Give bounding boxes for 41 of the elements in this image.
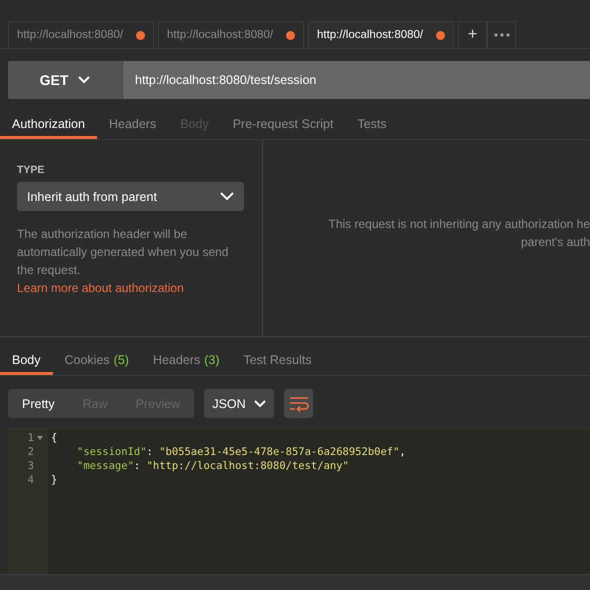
chevron-down-icon bbox=[78, 76, 90, 84]
code-line: "sessionId": "b055ae31-45e5-478e-857a-6a268952b0ef", bbox=[76, 445, 407, 459]
fold-icon[interactable] bbox=[37, 436, 43, 440]
response-tab[interactable]: Cookies (5) bbox=[52, 347, 141, 375]
section-tab[interactable]: Headers bbox=[96, 111, 168, 139]
url-field[interactable]: http://localhost:8080/test/session bbox=[122, 61, 590, 99]
learn-more-link[interactable]: Learn more about authorization bbox=[17, 281, 184, 295]
new-tab-button[interactable]: + bbox=[458, 21, 487, 48]
type-label: TYPE bbox=[17, 164, 46, 176]
response-tab[interactable]: Test Results bbox=[231, 347, 324, 375]
more-button[interactable] bbox=[487, 21, 516, 48]
wrap-lines-button[interactable] bbox=[284, 389, 313, 418]
line-number: 3 bbox=[28, 460, 34, 472]
code-line: "message": "http://localhost:8080/test/any" bbox=[76, 459, 350, 473]
wrap-icon bbox=[288, 396, 308, 412]
help-text: The authorization header will be automatically generated when you send the request. Learn more about authorization bbox=[17, 226, 230, 297]
request-tab[interactable]: http://localhost:8080/ bbox=[308, 21, 454, 48]
unsaved-dot-icon bbox=[286, 30, 295, 40]
info-message: This request is not inheriting any authorization he bbox=[328, 216, 590, 233]
line-number: 1 bbox=[28, 432, 34, 444]
info-message: parent's auth bbox=[520, 234, 590, 251]
request-tab[interactable]: http://localhost:8080/ bbox=[8, 21, 154, 48]
chevron-down-icon bbox=[254, 400, 266, 408]
request-tab[interactable]: http://localhost:8080/ bbox=[158, 21, 304, 48]
section-tab[interactable]: Authorization bbox=[0, 111, 97, 139]
unsaved-dot-icon bbox=[136, 30, 145, 40]
unsaved-dot-icon bbox=[436, 30, 445, 40]
method-dropdown[interactable]: GET bbox=[8, 61, 122, 99]
line-number: 2 bbox=[28, 446, 34, 458]
line-number: 4 bbox=[28, 474, 34, 486]
section-tab[interactable]: Pre-request Script bbox=[220, 111, 346, 139]
code-line: { bbox=[51, 431, 58, 445]
format-dropdown[interactable]: JSON bbox=[204, 389, 274, 418]
response-tab[interactable]: Headers (3) bbox=[140, 347, 232, 375]
code-line: } bbox=[51, 473, 58, 487]
section-tab[interactable]: Tests bbox=[345, 111, 399, 139]
chevron-down-icon bbox=[220, 192, 234, 201]
view-mode-button[interactable]: Pretty bbox=[8, 389, 69, 418]
response-tab[interactable]: Body bbox=[0, 347, 52, 375]
auth-type-dropdown[interactable]: Inherit auth from parent bbox=[17, 182, 244, 211]
more-icon bbox=[494, 33, 510, 37]
